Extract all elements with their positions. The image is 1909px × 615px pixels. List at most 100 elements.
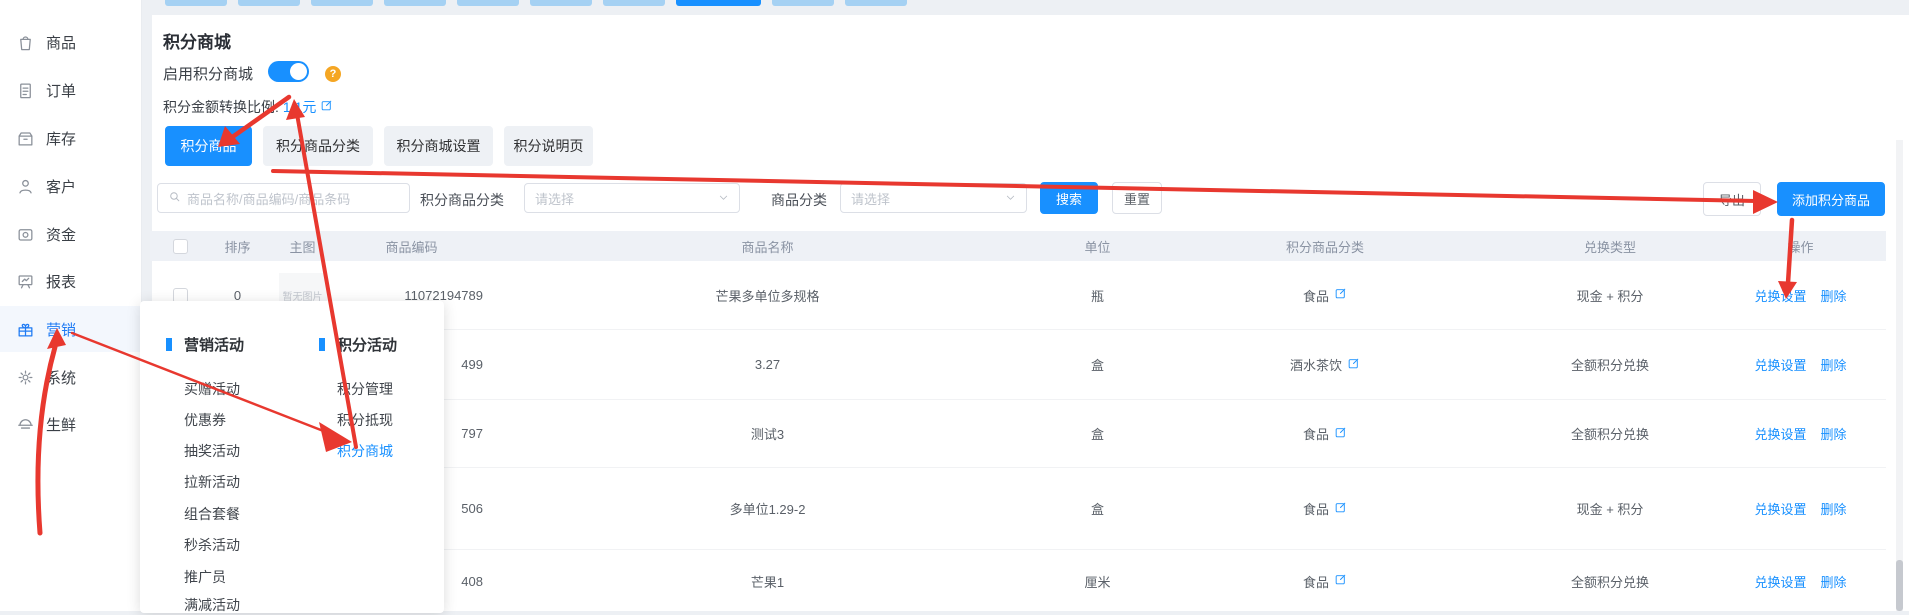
sidebar-item-label: 报表 bbox=[46, 271, 76, 292]
delete-link[interactable]: 删除 bbox=[1821, 355, 1847, 374]
edit-icon[interactable] bbox=[1347, 357, 1360, 373]
edit-icon[interactable] bbox=[1334, 426, 1347, 442]
sidebar-item-system[interactable]: 系统 bbox=[0, 354, 142, 400]
row-exchange-type: 全额积分兑换 bbox=[1505, 424, 1715, 443]
mini-tab[interactable] bbox=[772, 0, 834, 6]
sidebar-item-label: 客户 bbox=[46, 176, 76, 197]
mini-tab-active[interactable] bbox=[676, 0, 761, 6]
sidebar-item-goods[interactable]: 商品 bbox=[0, 19, 142, 65]
menu-item-referral[interactable]: 拉新活动 bbox=[184, 472, 240, 492]
edit-icon[interactable] bbox=[1334, 501, 1347, 517]
menu-item-points-mall[interactable]: 积分商城 bbox=[337, 441, 393, 461]
mini-tab[interactable] bbox=[238, 0, 300, 6]
select-all-checkbox[interactable] bbox=[173, 239, 188, 254]
customer-icon bbox=[16, 176, 36, 196]
row-unit: 盒 bbox=[1050, 499, 1145, 518]
menu-item-coupon[interactable]: 优惠券 bbox=[184, 410, 226, 430]
mini-tab[interactable] bbox=[845, 0, 907, 6]
enable-points-mall-toggle[interactable] bbox=[268, 61, 309, 82]
row-unit: 厘米 bbox=[1050, 572, 1145, 591]
sidebar: 商品 订单 库存 客户 资金 报表 营销 系统 生鲜 bbox=[0, 0, 142, 611]
report-icon bbox=[16, 271, 36, 291]
reset-button[interactable]: 重置 bbox=[1112, 182, 1162, 214]
mini-tab[interactable] bbox=[384, 0, 446, 6]
points-category-label: 积分商品分类 bbox=[420, 190, 504, 210]
row-unit: 瓶 bbox=[1050, 286, 1145, 305]
fresh-food-icon bbox=[16, 414, 36, 434]
toggle-knob bbox=[290, 63, 307, 80]
menu-item-flash-sale[interactable]: 秒杀活动 bbox=[184, 535, 240, 555]
mini-tab[interactable] bbox=[603, 0, 665, 6]
menu-item-combo[interactable]: 组合套餐 bbox=[184, 504, 240, 524]
sidebar-item-inventory[interactable]: 库存 bbox=[0, 115, 142, 161]
menu-item-buy-gift[interactable]: 买赠活动 bbox=[184, 379, 240, 399]
row-unit: 盒 bbox=[1050, 424, 1145, 443]
page-title: 积分商城 bbox=[163, 28, 231, 53]
blue-bullet-icon bbox=[319, 338, 325, 351]
tab-points-mall-settings[interactable]: 积分商城设置 bbox=[384, 126, 493, 166]
row-name: 测试3 bbox=[485, 424, 1050, 443]
sidebar-item-label: 生鲜 bbox=[46, 414, 76, 435]
exchange-settings-link[interactable]: 兑换设置 bbox=[1754, 499, 1806, 518]
tab-points-description[interactable]: 积分说明页 bbox=[504, 126, 593, 166]
menu-item-lottery[interactable]: 抽奖活动 bbox=[184, 441, 240, 461]
tab-points-goods[interactable]: 积分商品 bbox=[165, 126, 252, 166]
col-name: 商品名称 bbox=[485, 237, 1050, 256]
help-question-icon[interactable]: ? bbox=[325, 66, 341, 82]
row-category: 食品 bbox=[1303, 572, 1329, 591]
delete-link[interactable]: 删除 bbox=[1821, 286, 1847, 305]
row-category: 食品 bbox=[1303, 499, 1329, 518]
sidebar-item-funds[interactable]: 资金 bbox=[0, 211, 142, 257]
mini-tab[interactable] bbox=[165, 0, 227, 6]
row-category: 食品 bbox=[1303, 424, 1329, 443]
exchange-settings-link[interactable]: 兑换设置 bbox=[1754, 424, 1806, 443]
order-icon bbox=[16, 80, 36, 100]
col-image: 主图 bbox=[265, 237, 340, 256]
row-category: 酒水茶饮 bbox=[1290, 355, 1342, 374]
exchange-settings-link[interactable]: 兑换设置 bbox=[1754, 572, 1806, 591]
edit-icon[interactable] bbox=[320, 99, 333, 115]
row-name: 3.27 bbox=[485, 357, 1050, 372]
sidebar-item-label: 营销 bbox=[46, 319, 76, 340]
menu-item-points-manage[interactable]: 积分管理 bbox=[337, 379, 393, 399]
select-placeholder: 请选择 bbox=[851, 189, 890, 208]
row-name: 芒果多单位多规格 bbox=[485, 286, 1050, 305]
mini-tab[interactable] bbox=[457, 0, 519, 6]
row-name: 芒果1 bbox=[485, 572, 1050, 591]
scrollbar-track[interactable] bbox=[1896, 140, 1903, 611]
scrollbar-thumb[interactable] bbox=[1896, 560, 1903, 611]
sidebar-item-customers[interactable]: 客户 bbox=[0, 163, 142, 209]
mini-tab[interactable] bbox=[530, 0, 592, 6]
row-exchange-type: 全额积分兑换 bbox=[1505, 355, 1715, 374]
delete-link[interactable]: 删除 bbox=[1821, 572, 1847, 591]
search-button[interactable]: 搜索 bbox=[1040, 182, 1098, 214]
mall-tabs: 积分商品 积分商品分类 积分商城设置 积分说明页 bbox=[165, 126, 593, 166]
menu-item-promoter[interactable]: 推广员 bbox=[184, 567, 226, 587]
blue-bullet-icon bbox=[166, 338, 172, 351]
menu-item-full-discount[interactable]: 满减活动 bbox=[184, 595, 240, 615]
search-placeholder: 商品名称/商品编码/商品条码 bbox=[187, 189, 350, 208]
row-unit: 盒 bbox=[1050, 355, 1145, 374]
export-button[interactable]: 导出 bbox=[1703, 182, 1761, 216]
delete-link[interactable]: 删除 bbox=[1821, 499, 1847, 518]
row-exchange-type: 现金 + 积分 bbox=[1505, 499, 1715, 518]
goods-icon bbox=[16, 32, 36, 52]
sidebar-item-reports[interactable]: 报表 bbox=[0, 258, 142, 304]
goods-category-select[interactable]: 请选择 bbox=[840, 183, 1027, 213]
menu-item-points-deduction[interactable]: 积分抵现 bbox=[337, 410, 393, 430]
sidebar-item-marketing[interactable]: 营销 bbox=[0, 306, 142, 352]
tab-points-goods-category[interactable]: 积分商品分类 bbox=[263, 126, 373, 166]
exchange-settings-link[interactable]: 兑换设置 bbox=[1754, 286, 1806, 305]
sidebar-item-orders[interactable]: 订单 bbox=[0, 67, 142, 113]
mini-tab[interactable] bbox=[311, 0, 373, 6]
edit-icon[interactable] bbox=[1334, 287, 1347, 303]
add-points-goods-button[interactable]: 添加积分商品 bbox=[1777, 182, 1885, 216]
edit-icon[interactable] bbox=[1334, 573, 1347, 589]
exchange-settings-link[interactable]: 兑换设置 bbox=[1754, 355, 1806, 374]
sidebar-item-label: 系统 bbox=[46, 367, 76, 388]
sidebar-item-fresh[interactable]: 生鲜 bbox=[0, 401, 142, 447]
search-input[interactable]: 商品名称/商品编码/商品条码 bbox=[157, 183, 410, 213]
points-category-select[interactable]: 请选择 bbox=[524, 183, 740, 213]
delete-link[interactable]: 删除 bbox=[1821, 424, 1847, 443]
menu-group-points: 积分活动 bbox=[319, 334, 397, 355]
